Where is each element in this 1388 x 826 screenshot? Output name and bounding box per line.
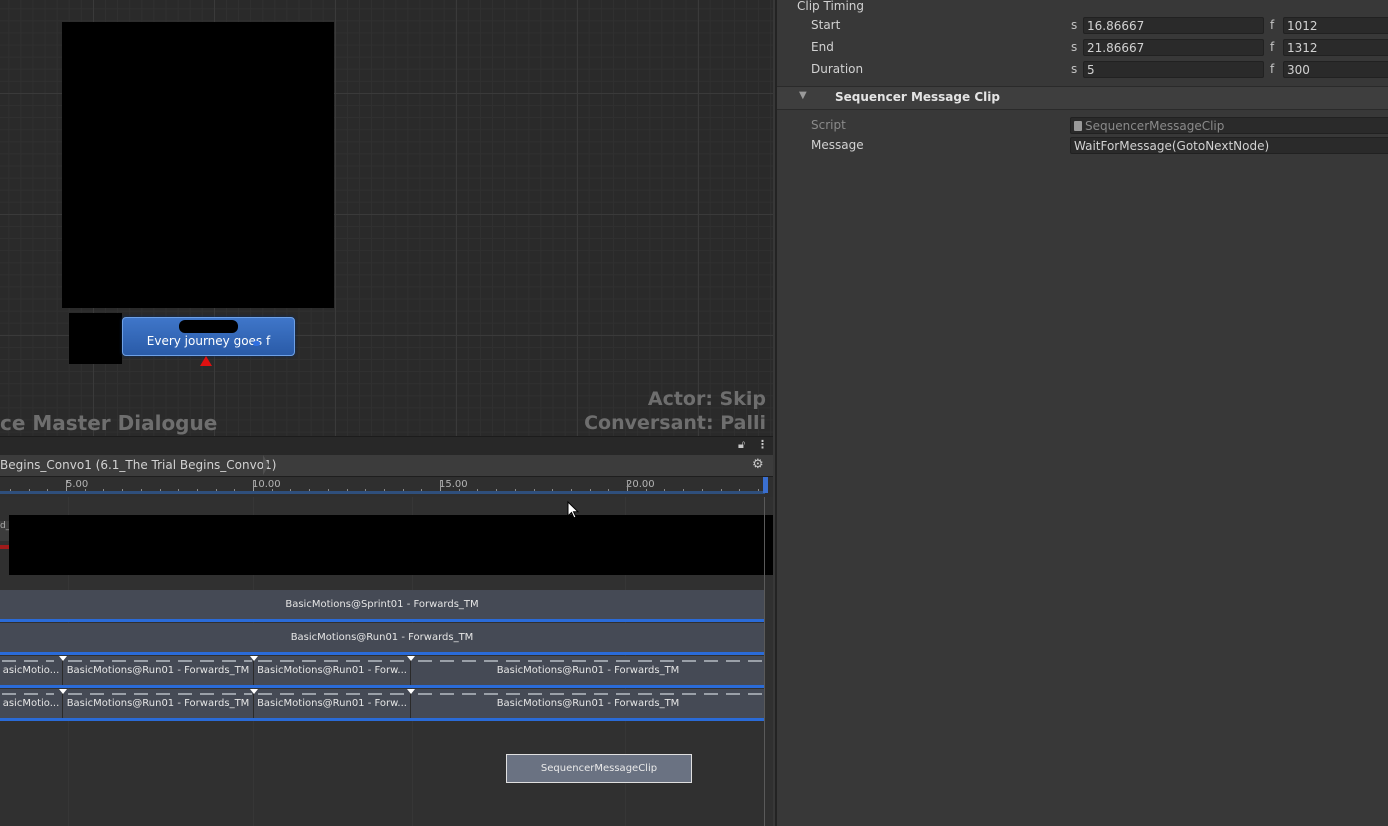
clip-start-marker-icon — [59, 656, 67, 661]
script-file-icon — [1074, 121, 1082, 131]
animation-track[interactable]: asicMotio... BasicMotions@Run01 - Forwar… — [0, 656, 765, 688]
clip-start-marker-icon — [407, 656, 415, 661]
script-field[interactable]: SequencerMessageClip — [1070, 117, 1388, 134]
timeline-ruler[interactable]: 5.00 10.00 15.00 20.00 — [0, 477, 773, 497]
timeline-breadcrumb: Begins_Convo1 (6.1_The Trial Begins_Conv… — [0, 455, 773, 477]
frames-unit: f — [1270, 40, 1275, 54]
start-label: Start — [811, 18, 841, 32]
animation-clip[interactable]: BasicMotions@Run01 - Forwards_TM — [411, 656, 765, 685]
animation-track[interactable]: asicMotio... BasicMotions@Run01 - Forwar… — [0, 689, 765, 721]
actor-portrait — [62, 22, 334, 308]
message-field[interactable]: WaitForMessage(GotoNextNode) — [1070, 137, 1388, 154]
frames-unit: f — [1270, 18, 1275, 32]
seconds-unit: s — [1071, 18, 1078, 32]
animation-clip[interactable]: asicMotio... — [0, 689, 63, 718]
end-seconds-field[interactable]: 21.86667 — [1083, 39, 1264, 56]
animation-clip[interactable]: BasicMotions@Run01 - Forw... — [254, 689, 411, 718]
ruler-label: 10.00 — [252, 479, 281, 490]
node-dialogue-text: Every journey goes f — [146, 334, 271, 348]
current-node-arrow-icon — [200, 356, 212, 366]
animation-track[interactable]: BasicMotions@Run01 - Forwards_TM — [0, 623, 765, 655]
timeline-end-line — [764, 497, 765, 826]
animation-track[interactable]: BasicMotions@Sprint01 - Forwards_TM — [0, 590, 765, 622]
actor-label: Actor: Skip — [647, 388, 766, 410]
animation-clip[interactable]: asicMotio... — [0, 656, 63, 685]
clip-start-marker-icon — [407, 689, 415, 694]
end-frames-field[interactable]: 1312 — [1283, 39, 1388, 56]
dialogue-database-title: ce Master Dialogue — [0, 411, 218, 435]
conversant-label: Conversant: Palli — [584, 412, 766, 434]
foldout-triangle-icon[interactable]: ▼ — [799, 90, 807, 101]
redacted-track-content — [9, 515, 773, 575]
sequencer-message-clip[interactable]: SequencerMessageClip — [506, 754, 692, 783]
duration-label: Duration — [811, 62, 864, 76]
node-connector-dot[interactable] — [253, 341, 260, 346]
clip-fragment-label: d_ — [0, 521, 9, 531]
animation-clip[interactable]: BasicMotions@Run01 - Forwards_TM — [0, 623, 765, 652]
inspector-panel: Clip Timing Start s 16.86667 f 1012 End … — [775, 0, 1388, 826]
playhead-marker[interactable] — [763, 477, 768, 493]
animation-clip[interactable]: BasicMotions@Run01 - Forw... — [254, 656, 411, 685]
ruler-label: 20.00 — [626, 479, 655, 490]
dialogue-graph-canvas[interactable]: Every journey goes f Actor: Skip Convers… — [0, 0, 773, 436]
message-label: Message — [811, 138, 864, 152]
sequencer-message-clip-section-header[interactable]: ▼ Sequencer Message Clip — [777, 86, 1388, 110]
kebab-menu-icon[interactable]: ⋮ — [757, 438, 768, 451]
script-label: Script — [811, 118, 846, 132]
animation-clip[interactable]: BasicMotions@Run01 - Forwards_TM — [63, 656, 254, 685]
dialogue-node[interactable]: Every journey goes f — [122, 317, 295, 356]
clip-start-marker-icon — [250, 656, 258, 661]
breadcrumb-separator-icon — [263, 455, 269, 475]
seconds-unit: s — [1071, 62, 1078, 76]
clip-fragment[interactable]: d_ — [0, 521, 9, 541]
animation-clip[interactable]: BasicMotions@Run01 - Forwards_TM — [63, 689, 254, 718]
clip-start-marker-icon — [59, 689, 67, 694]
animation-clip[interactable]: BasicMotions@Run01 - Forwards_TM — [411, 689, 765, 718]
node-speaker-name-redacted — [123, 320, 294, 333]
mouse-cursor-icon — [567, 500, 580, 519]
animation-clip[interactable]: BasicMotions@Sprint01 - Forwards_TM — [0, 590, 765, 619]
clip-start-marker-icon — [250, 689, 258, 694]
start-frames-field[interactable]: 1012 — [1283, 17, 1388, 34]
actor-conversant-info: Actor: Skip Conversant: Palli — [584, 387, 766, 435]
seconds-unit: s — [1071, 40, 1078, 54]
ruler-label: 15.00 — [439, 479, 468, 490]
red-track-marker — [0, 545, 9, 549]
lock-icon[interactable]: 🔓︎ — [738, 438, 745, 452]
duration-seconds-field[interactable]: 5 — [1083, 61, 1264, 78]
clip-timing-header: Clip Timing — [797, 0, 865, 13]
frames-unit: f — [1270, 62, 1275, 76]
gear-icon[interactable]: ⚙ — [752, 457, 764, 472]
start-seconds-field[interactable]: 16.86667 — [1083, 17, 1264, 34]
section-title: Sequencer Message Clip — [835, 90, 1000, 104]
duration-frames-field[interactable]: 300 — [1283, 61, 1388, 78]
timeline-header-bar: 🔓︎ ⋮ — [0, 436, 773, 456]
breadcrumb-item[interactable]: Begins_Convo1 (6.1_The Trial Begins_Conv… — [0, 458, 276, 472]
script-field-value: SequencerMessageClip — [1085, 119, 1225, 133]
node-portrait-thumbnail — [69, 313, 122, 364]
end-label: End — [811, 40, 834, 54]
ruler-baseline — [0, 491, 765, 494]
